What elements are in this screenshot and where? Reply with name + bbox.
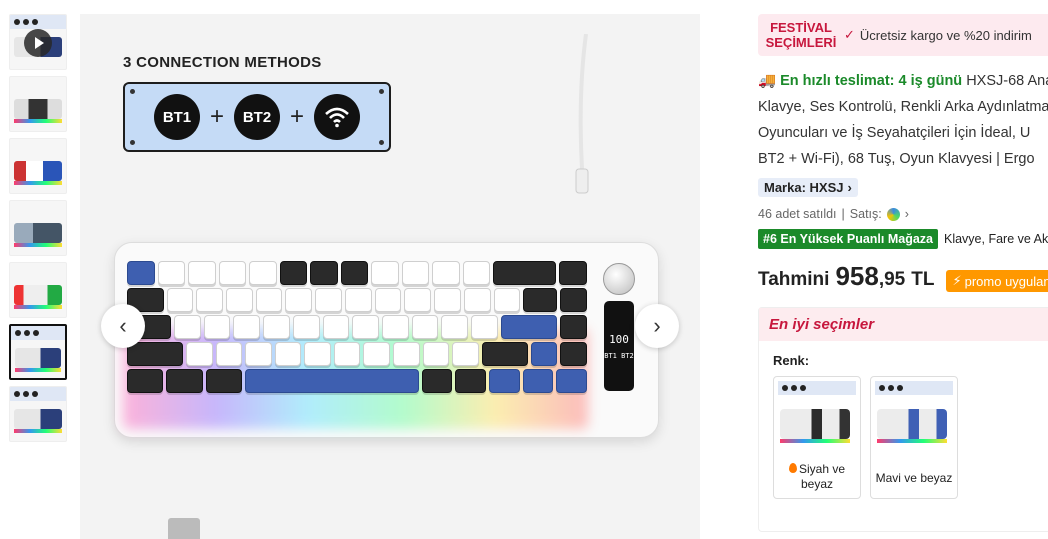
fire-icon xyxy=(788,463,797,473)
connection-methods-title: 3 CONNECTION METHODS xyxy=(123,54,322,71)
chevron-right-icon: › xyxy=(847,180,852,195)
volume-knob xyxy=(603,263,635,295)
plus-icon: + xyxy=(290,103,305,130)
rank-category: Klavye, Fare ve Aksesuar xyxy=(943,232,1048,246)
bt2-badge: BT2 xyxy=(234,94,280,140)
usb-cable xyxy=(575,34,589,194)
color-option-black-white[interactable]: Siyah ve beyaz xyxy=(773,376,861,499)
lightning-icon: ⚡ xyxy=(952,273,962,288)
price-currency: TL xyxy=(911,269,935,290)
bt1-badge: BT1 xyxy=(153,94,200,140)
thumbnail-2[interactable] xyxy=(9,76,67,132)
color-options: Siyah ve beyaz Mavi ve beyaz xyxy=(759,376,1048,499)
chevron-right-icon: › xyxy=(653,313,661,338)
sold-count: 46 adet satıldı xyxy=(758,207,837,221)
keyboard-screen: 100 BT1 BT2 xyxy=(604,301,634,391)
price-label: Tahmini xyxy=(758,269,830,290)
thumbnail-3[interactable] xyxy=(9,138,67,194)
next-image-button[interactable]: › xyxy=(635,304,679,348)
color-option-blue-white[interactable]: Mavi ve beyaz xyxy=(870,376,958,499)
check-icon: ✓ xyxy=(844,27,855,42)
connection-methods-box: BT1 + BT2 + xyxy=(123,82,391,152)
keyboard-illustration: 100 BT1 BT2 xyxy=(114,242,659,438)
color-label: Renk: xyxy=(773,353,810,368)
promo-badge: ⚡ promo uygulandı xyxy=(946,270,1048,292)
product-title: 🚚 En hızlı teslimat: 4 iş günü HXSJ-68 A… xyxy=(758,73,1048,167)
sales-info: 46 adet satıldı | Satış: › xyxy=(758,207,909,221)
brand-link[interactable]: Marka: HXSJ › xyxy=(758,178,858,197)
thumbnail-list xyxy=(9,14,69,448)
main-product-image[interactable]: 3 CONNECTION METHODS BT1 + BT2 + 100 BT1… xyxy=(80,14,700,539)
thumbnail-7[interactable] xyxy=(9,386,67,442)
play-icon xyxy=(24,29,52,57)
product-info: FESTİVAL SEÇİMLERİ ✓ Ücretsiz kargo ve %… xyxy=(758,14,1048,532)
delivery-info: 🚚 En hızlı teslimat: 4 iş günü xyxy=(758,73,963,89)
thumbnail-video[interactable] xyxy=(9,14,67,70)
seller-logo-icon[interactable] xyxy=(886,207,900,221)
usb-dongle xyxy=(168,518,200,539)
price: Tahmini 958,95 TL ⚡ promo uygulandı xyxy=(758,261,1048,292)
rank-badge: #6 En Yüksek Puanlı Mağaza xyxy=(758,229,938,249)
price-integer: 958 xyxy=(835,261,879,291)
best-picks-panel: En iyi seçimler Renk: Siyah ve beyaz Mav… xyxy=(758,307,1048,532)
chevron-right-icon[interactable]: › xyxy=(905,207,909,221)
prev-image-button[interactable]: ‹ xyxy=(101,304,145,348)
thumbnail-4[interactable] xyxy=(9,200,67,256)
thumbnail-6-selected[interactable] xyxy=(9,324,67,380)
best-picks-header: En iyi seçimler xyxy=(759,308,1048,341)
thumbnail-5[interactable] xyxy=(9,262,67,318)
chevron-left-icon: ‹ xyxy=(119,313,127,338)
festival-banner[interactable]: FESTİVAL SEÇİMLERİ ✓ Ücretsiz kargo ve %… xyxy=(758,14,1048,56)
price-decimal: ,95 xyxy=(878,269,906,290)
wifi-icon xyxy=(314,94,361,140)
store-rank[interactable]: #6 En Yüksek Puanlı Mağaza Klavye, Fare … xyxy=(758,229,1048,249)
product-page: 3 CONNECTION METHODS BT1 + BT2 + 100 BT1… xyxy=(0,0,1048,539)
seller-label: Satış: xyxy=(849,207,882,221)
festival-text: Ücretsiz kargo ve %20 indirim xyxy=(859,27,1032,43)
plus-icon: + xyxy=(209,103,224,130)
